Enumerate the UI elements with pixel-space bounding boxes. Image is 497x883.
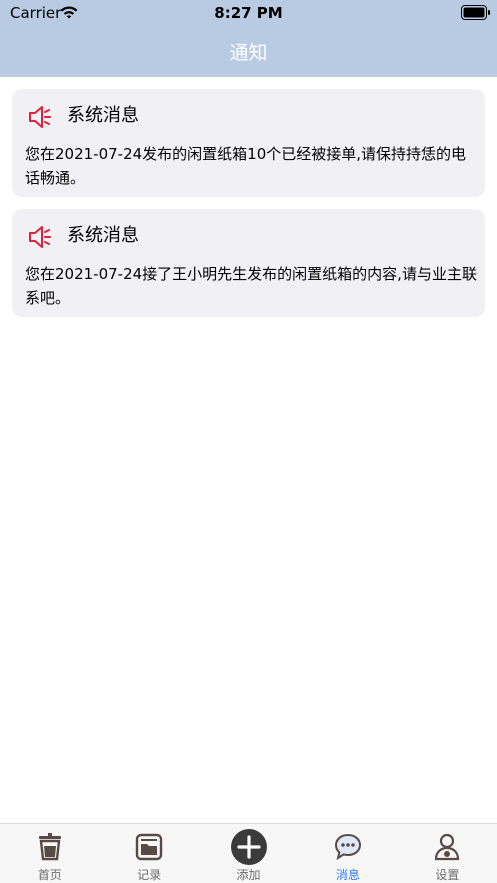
folder-icon — [135, 833, 163, 861]
tab-label: 添加 — [236, 868, 261, 882]
notification-card[interactable]: 系统消息 您在2021-07-24接了王小明先生发布的闲置纸箱的内容,请与业主联… — [12, 209, 485, 317]
notification-body: 您在2021-07-24发布的闲置纸箱10个已经被接单,请保持持恁的电话畅通。 — [25, 145, 467, 187]
notification-list: 系统消息 您在2021-07-24发布的闲置纸箱10个已经被接单,请保持持恁的电… — [12, 89, 485, 329]
status-time: 8:27 PM — [214, 4, 283, 22]
tab-label: 消息 — [335, 868, 360, 882]
tab-add[interactable]: 添加 — [199, 824, 298, 883]
cup-icon — [38, 833, 61, 861]
notification-title: 系统消息 — [67, 105, 139, 126]
page-title: 通知 — [229, 42, 268, 64]
tab-label: 记录 — [137, 868, 162, 882]
chat-icon — [334, 833, 361, 861]
header: Carrier 8:27 PM 通知 — [0, 0, 497, 77]
tab-home[interactable]: 首页 — [0, 824, 99, 883]
notification-title: 系统消息 — [67, 225, 139, 246]
notification-body: 您在2021-07-24接了王小明先生发布的闲置纸箱的内容,请与业主联系吧。 — [25, 265, 477, 307]
tab-label: 首页 — [37, 868, 62, 882]
profile-icon — [435, 833, 460, 861]
tab-records[interactable]: 记录 — [99, 824, 198, 883]
battery-icon — [461, 5, 490, 20]
add-icon — [230, 829, 267, 865]
tab-messages[interactable]: 消息 — [298, 824, 397, 883]
tab-bar: 首页 记录 添加 消息 设置 — [0, 823, 497, 883]
tab-label: 设置 — [435, 868, 460, 882]
notification-card[interactable]: 系统消息 您在2021-07-24发布的闲置纸箱10个已经被接单,请保持持恁的电… — [12, 89, 485, 197]
tab-settings[interactable]: 设置 — [398, 824, 497, 883]
status-bar: Carrier 8:27 PM — [0, 0, 497, 26]
speaker-icon — [29, 226, 51, 248]
speaker-icon — [29, 106, 51, 128]
